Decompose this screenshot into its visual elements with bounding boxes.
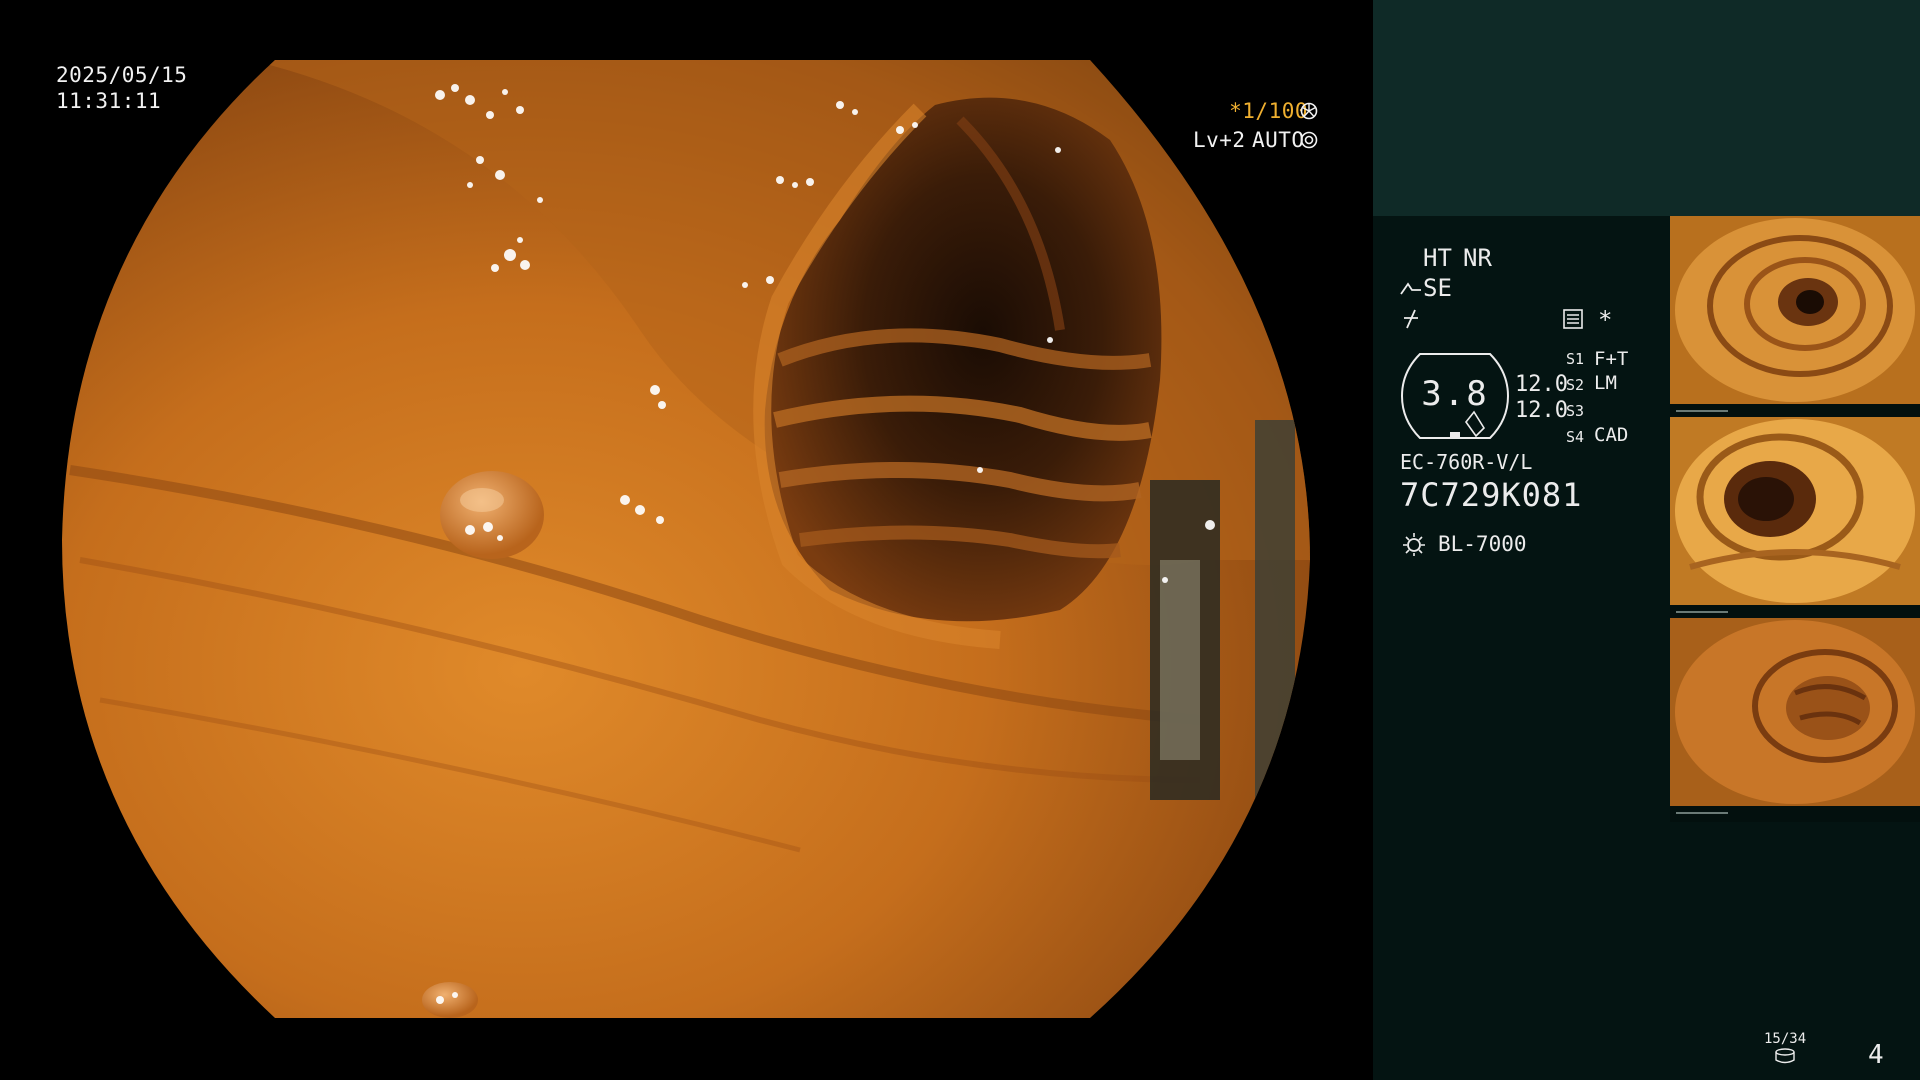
record-list-icon	[1563, 309, 1583, 329]
zoom-value: 3.8	[1421, 374, 1489, 414]
switch-s1-key: S1	[1566, 350, 1585, 368]
switch-s2-value: LM	[1594, 372, 1617, 394]
exam-date: 2025/05/15	[56, 63, 188, 87]
endoscope-image	[62, 60, 1310, 1018]
mode-nr: NR	[1463, 244, 1492, 272]
thumbnail-3-caption	[1670, 806, 1920, 822]
mode-ht: HT	[1423, 244, 1452, 272]
image-counter: 15/34	[1764, 1031, 1807, 1047]
shutter-speed: *1/100	[1229, 99, 1308, 123]
endoscope-main-view: 2025/05/15 11:31:11 *1/100 Lv+2 AUTO	[0, 0, 1372, 1080]
scope-model: EC-760R-V/L	[1400, 450, 1533, 474]
thumbnail-3[interactable]	[1670, 618, 1920, 806]
thumbnail-1[interactable]	[1670, 216, 1920, 404]
panel-header-area	[1373, 0, 1920, 216]
thumbnail-2-image	[1670, 417, 1920, 605]
brightness-level: Lv+2	[1193, 128, 1246, 152]
scope-tip-icon	[1400, 282, 1421, 295]
thumbnail-2[interactable]	[1670, 417, 1920, 605]
storage-icon	[1775, 1048, 1795, 1064]
switch-s3-key: S3	[1566, 402, 1585, 420]
reading-2: 12.0	[1515, 398, 1568, 423]
switch-s1-value: F+T	[1594, 348, 1629, 370]
thumbnail-1-image	[1670, 216, 1920, 404]
mode-se: SE	[1423, 274, 1452, 302]
exam-time: 11:31:11	[56, 89, 162, 113]
thumbnail-3-image	[1670, 618, 1920, 806]
aperture-icon	[1300, 102, 1318, 120]
light-source-icon	[1403, 533, 1425, 556]
switch-s4-value: CAD	[1594, 424, 1629, 446]
auto-iris-mode: AUTO	[1252, 128, 1305, 152]
iris-icon	[1300, 131, 1318, 149]
reading-1: 12.0	[1515, 372, 1568, 397]
flash-off-icon	[1404, 309, 1418, 329]
switch-s2-key: S2	[1566, 376, 1585, 394]
page-number: 4	[1868, 1040, 1884, 1070]
asterisk-indicator: *	[1598, 306, 1613, 334]
light-source-model: BL-7000	[1438, 532, 1527, 556]
switch-s4-key: S4	[1566, 428, 1585, 446]
scope-serial: 7C729K081	[1400, 476, 1583, 514]
